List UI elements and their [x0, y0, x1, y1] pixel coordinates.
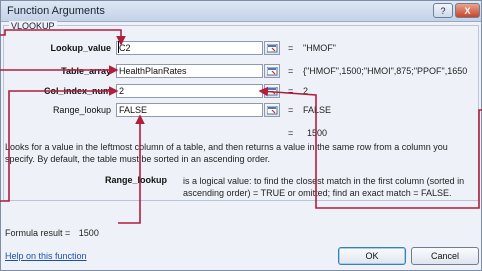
function-result: 1500: [307, 128, 328, 138]
collapse-range-icon: [267, 87, 278, 96]
equals-sign: =: [288, 66, 294, 76]
arg-help-name: Range_lookup: [105, 175, 168, 185]
col-index-num-range-button[interactable]: [264, 84, 280, 98]
col-index-num-input[interactable]: 2: [116, 84, 263, 98]
range-lookup-result: FALSE: [303, 105, 332, 115]
lookup-value-range-button[interactable]: [264, 41, 280, 55]
table-array-label: Table_array: [61, 66, 111, 76]
equals-sign: =: [288, 86, 294, 96]
formula-result: Formula result = 1500: [5, 228, 99, 238]
close-button[interactable]: X: [455, 3, 480, 18]
collapse-range-icon: [267, 44, 278, 53]
range-lookup-range-button[interactable]: [264, 103, 280, 117]
arg-help-text: is a logical value: to find the closest …: [183, 176, 465, 198]
function-arguments-dialog: Function Arguments ? X VLOOKUP Lookup_va…: [0, 0, 482, 271]
formula-result-value: 1500: [78, 228, 99, 238]
equals-sign: =: [288, 128, 294, 138]
ok-button[interactable]: OK: [338, 247, 406, 265]
title-bar: Function Arguments ? X: [1, 1, 481, 22]
range-lookup-label: Range_lookup: [52, 105, 111, 115]
text-cursor: [118, 41, 119, 53]
col-index-num-result: 2: [303, 86, 309, 96]
function-description: Looks for a value in the leftmost column…: [5, 142, 448, 164]
collapse-range-icon: [267, 106, 278, 115]
table-array-result: {"HMOF",1500;"HMOI",875;"PPOF",1650: [303, 66, 468, 76]
table-array-input[interactable]: HealthPlanRates: [116, 64, 263, 78]
table-array-range-button[interactable]: [264, 64, 280, 78]
help-title-button[interactable]: ?: [433, 3, 453, 18]
help-on-function-link[interactable]: Help on this function: [5, 251, 87, 261]
equals-sign: =: [288, 105, 294, 115]
col-index-num-label: Col_index_num: [43, 86, 111, 96]
cancel-button[interactable]: Cancel: [411, 247, 479, 265]
lookup-value-result: "HMOF": [303, 43, 336, 53]
formula-result-label: Formula result =: [5, 228, 71, 238]
range-lookup-input[interactable]: FALSE: [116, 103, 263, 117]
lookup-value-input[interactable]: C2: [116, 41, 263, 55]
function-name: VLOOKUP: [9, 21, 57, 31]
collapse-range-icon: [267, 67, 278, 76]
equals-sign: =: [288, 43, 294, 53]
lookup-value-label: Lookup_value: [50, 43, 111, 53]
dialog-title: Function Arguments: [7, 5, 105, 17]
